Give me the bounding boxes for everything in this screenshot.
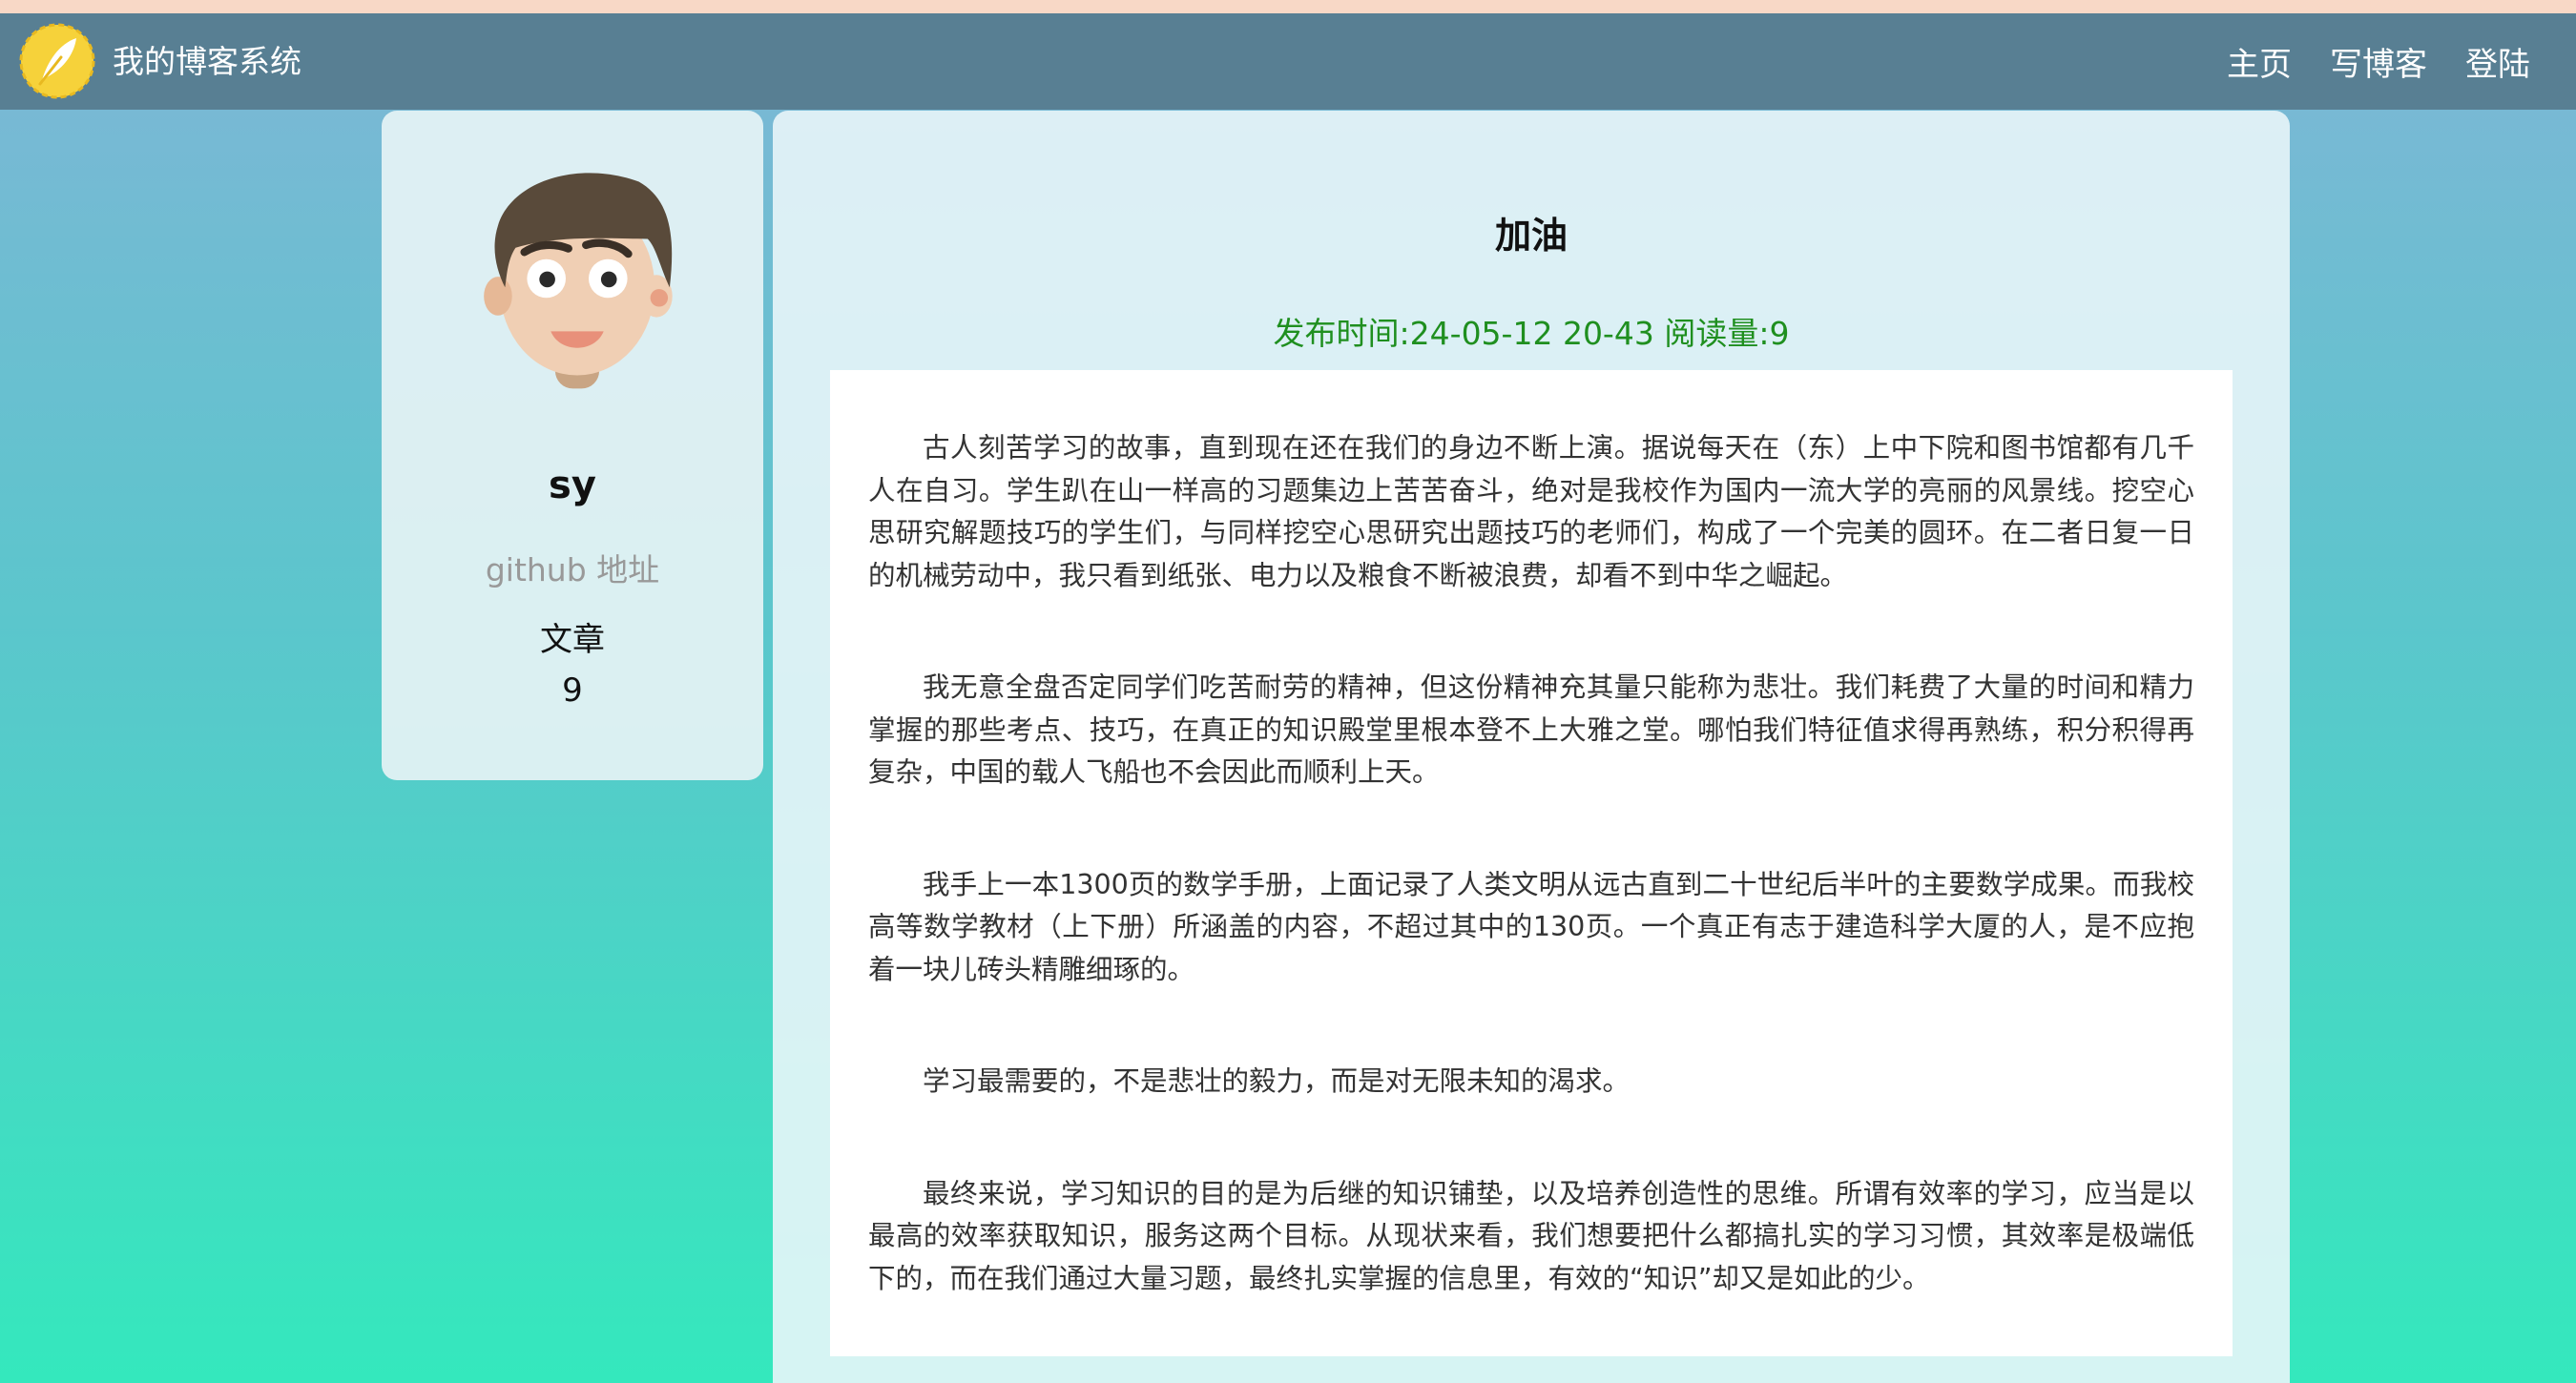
article-paragraph: 最终来说，学习知识的目的是为后继的知识铺垫，以及培养创造性的思维。所谓有效率的学… — [868, 1177, 2194, 1294]
article-paragraph: 古人刻苦学习的故事，直到现在还在我们的身边不断上演。据说每天在（东）上中下院和图… — [868, 432, 2194, 591]
top-strip — [0, 0, 2576, 13]
article-body: 古人刻苦学习的故事，直到现在还在我们的身边不断上演。据说每天在（东）上中下院和图… — [830, 370, 2233, 1356]
article-paragraph: 我无意全盘否定同学们吃苦耐劳的精神，但这份精神充其量只能称为悲壮。我们耗费了大量… — [868, 671, 2194, 788]
author-name: sy — [549, 464, 596, 507]
navbar: 我的博客系统 主页 写博客 登陆 — [0, 13, 2576, 110]
nav-write-blog-link[interactable]: 写博客 — [2330, 38, 2427, 85]
articles-label: 文章 — [540, 621, 605, 659]
nav-login-link[interactable]: 登陆 — [2465, 38, 2530, 85]
profile-card: sy github 地址 文章 9 — [382, 111, 763, 780]
github-link[interactable]: github 地址 — [382, 545, 763, 590]
nav-links: 主页 写博客 登陆 — [2227, 13, 2530, 110]
article-paragraph: 学习最需要的，不是悲壮的毅力，而是对无限未知的渴求。 — [923, 1065, 1631, 1097]
feather-logo-icon[interactable] — [19, 23, 95, 99]
article-meta: 发布时间:24-05-12 20-43 阅读量:9 — [1273, 315, 1790, 352]
article-title: 加油 — [1494, 215, 1568, 257]
nav-home-link[interactable]: 主页 — [2227, 38, 2292, 85]
articles-count: 9 — [562, 671, 583, 710]
article-card: 加油 发布时间:24-05-12 20-43 阅读量:9 古人刻苦学习的故事，直… — [773, 111, 2290, 1383]
cartoon-avatar-icon — [484, 173, 673, 389]
site-title: 我的博客系统 — [113, 43, 301, 80]
article-paragraph: 我手上一本1300页的数学手册，上面记录了人类文明从远古直到二十世纪后半叶的主要… — [868, 868, 2194, 985]
